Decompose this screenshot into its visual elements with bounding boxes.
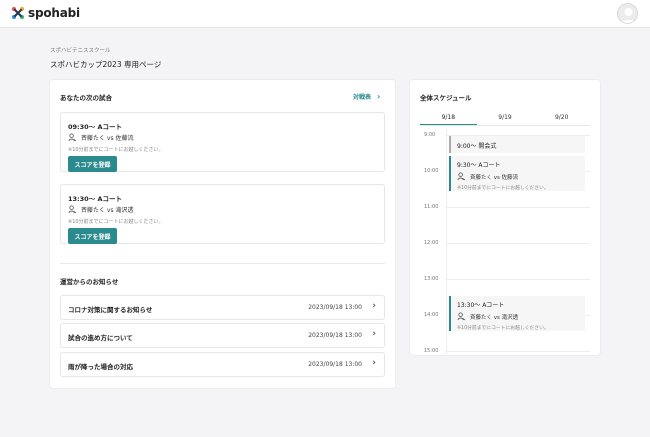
match-card: 13:30〜 Aコート 斉藤たく vs 滝沢透 ※10分前までにコートにお越しく… — [60, 184, 385, 244]
event-players: 斉藤たく vs 滝沢透 — [457, 312, 579, 321]
hour-label: 14:00 — [424, 312, 439, 318]
match-players: 斉藤たく vs 滝沢透 — [68, 205, 134, 214]
chevron-right-icon: › — [372, 358, 376, 368]
event-time: 9:30〜 Aコート — [457, 162, 501, 169]
hour-line — [447, 351, 590, 352]
event-players: 斉藤たく vs 佐藤流 — [457, 172, 579, 181]
notice-date: 2023/09/18 13:00 — [308, 304, 362, 311]
chevron-right-icon: › — [372, 329, 376, 339]
hour-line — [447, 243, 590, 244]
match-players-text: 斉藤たく vs 滝沢透 — [81, 207, 134, 214]
event-time: 9:00〜 開会式 — [457, 143, 497, 150]
chevron-right-icon: › — [377, 92, 381, 101]
player-icon — [457, 312, 466, 321]
schedule-event[interactable]: 9:30〜 Aコート 斉藤たく vs 佐藤流 ※10分前までにコートにお越しくだ… — [449, 156, 585, 191]
logo-text: spohabi — [28, 6, 80, 20]
match-players-text: 斉藤たく vs 佐藤流 — [81, 135, 134, 142]
date-tabs: 9/18 9/19 9/20 — [420, 111, 590, 125]
user-avatar-icon[interactable] — [617, 3, 638, 24]
player-icon — [68, 133, 77, 142]
event-players-text: 斉藤たく vs 滝沢透 — [470, 314, 519, 321]
section-divider — [60, 263, 385, 264]
tab-date[interactable]: 9/20 — [533, 111, 590, 125]
schedule-event[interactable]: 9:00〜 開会式 — [449, 136, 585, 153]
player-icon — [68, 205, 77, 214]
tab-date[interactable]: 9/19 — [477, 111, 534, 125]
notice-item[interactable]: コロナ対策に関するお知らせ 2023/09/18 13:00 › — [60, 295, 385, 320]
bracket-link-label: 対戦表 — [353, 94, 372, 101]
hour-label: 15:00 — [424, 348, 439, 354]
notice-title: 雨が降った場合の対応 — [68, 363, 133, 371]
notice-item[interactable]: 試合の進め方について 2023/09/18 13:00 › — [60, 323, 385, 348]
breadcrumb[interactable]: スポハビテニススクール — [50, 46, 111, 54]
schedule-title: 全体スケジュール — [420, 94, 472, 102]
register-score-button[interactable]: スコアを登録 — [68, 228, 117, 244]
hour-label: 11:00 — [424, 204, 439, 210]
event-time: 13:30〜 Aコート — [457, 302, 505, 309]
hour-label: 13:00 — [424, 276, 439, 282]
schedule-event[interactable]: 13:30〜 Aコート 斉藤たく vs 滝沢透 ※10分前までにコートにお越しく… — [449, 296, 585, 331]
match-time: 09:30〜 Aコート — [68, 123, 122, 131]
event-note: ※10分前までにコートにお越しください。 — [457, 186, 549, 191]
match-note: ※10分前までにコートにお越しください。 — [68, 219, 164, 225]
hour-label: 12:00 — [424, 240, 439, 246]
bracket-link[interactable]: 対戦表 › — [353, 92, 380, 101]
next-matches-card: あなたの次の試合 対戦表 › 09:30〜 Aコート 斉藤たく vs 佐藤流 ※… — [50, 80, 395, 388]
notice-title: 試合の進め方について — [68, 334, 133, 342]
hour-label: 10:00 — [424, 168, 439, 174]
notice-date: 2023/09/18 13:00 — [308, 332, 362, 339]
notice-date: 2023/09/18 13:00 — [308, 361, 362, 368]
top-header: spohabi — [0, 0, 650, 28]
player-icon — [457, 172, 466, 181]
schedule-timeline: 9:00 10:00 11:00 12:00 13:00 14:00 15:00… — [420, 128, 590, 354]
notice-item[interactable]: 雨が降った場合の対応 2023/09/18 13:00 › — [60, 352, 385, 377]
logo[interactable]: spohabi — [11, 6, 80, 20]
page-title: スポハビカップ2023 専用ページ — [50, 60, 162, 69]
schedule-card: 全体スケジュール 9/18 9/19 9/20 9:00 10:00 11:00… — [410, 80, 600, 355]
next-matches-title: あなたの次の試合 — [60, 94, 112, 102]
match-players: 斉藤たく vs 佐藤流 — [68, 133, 134, 142]
match-card: 09:30〜 Aコート 斉藤たく vs 佐藤流 ※10分前までにコートにお越しく… — [60, 112, 385, 172]
notices-title: 運営からのお知らせ — [60, 278, 119, 286]
tabs-underline — [420, 125, 590, 126]
hour-line — [447, 279, 590, 280]
match-time: 13:30〜 Aコート — [68, 195, 122, 203]
register-score-button[interactable]: スコアを登録 — [68, 156, 117, 172]
event-players-text: 斉藤たく vs 佐藤流 — [470, 174, 519, 181]
chevron-right-icon: › — [372, 301, 376, 311]
notice-title: コロナ対策に関するお知らせ — [68, 306, 153, 314]
match-note: ※10分前までにコートにお越しください。 — [68, 147, 164, 153]
hour-label: 9:00 — [424, 132, 436, 138]
spohabi-logo-icon — [12, 7, 24, 19]
hour-line — [447, 207, 590, 208]
tab-date[interactable]: 9/18 — [420, 111, 477, 125]
event-note: ※10分前までにコートにお越しください。 — [457, 326, 549, 331]
